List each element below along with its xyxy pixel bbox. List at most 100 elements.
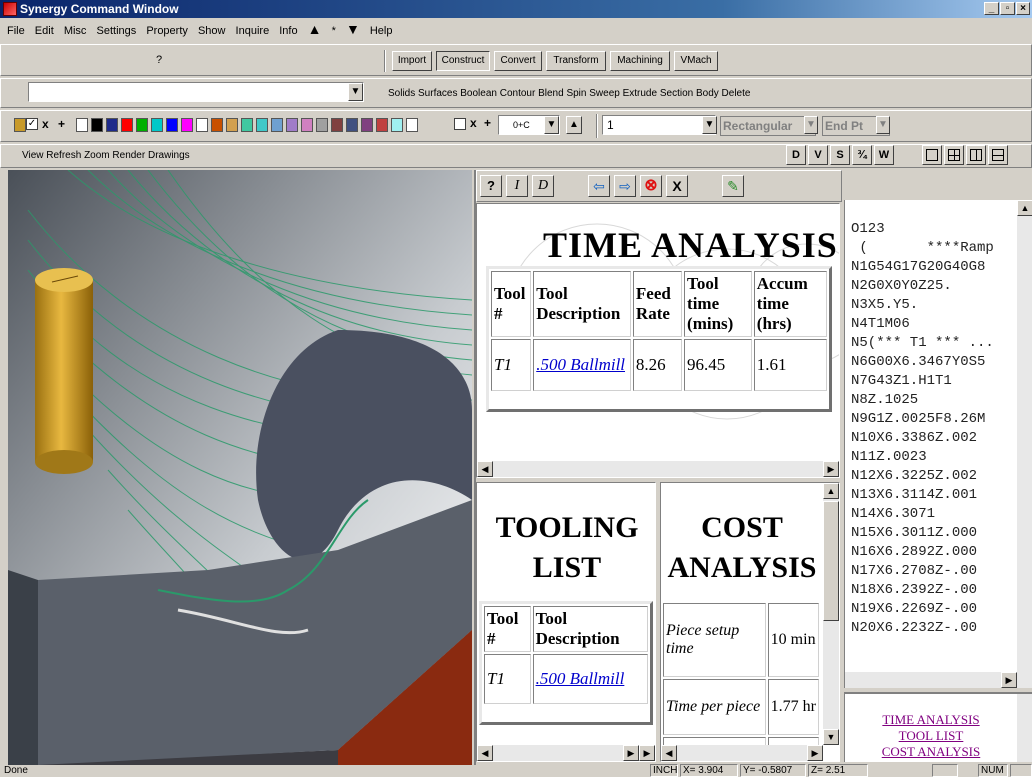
menu-info[interactable]: Info <box>279 25 297 37</box>
menu-up-arrow[interactable]: ▲ <box>308 21 322 37</box>
color-swatch[interactable] <box>106 118 118 132</box>
transform-button[interactable]: Transform <box>546 51 606 71</box>
view-w-button[interactable]: W <box>874 145 894 165</box>
color-swatch[interactable] <box>286 118 298 132</box>
construct-commands[interactable]: Solids Surfaces Boolean Contour Blend Sp… <box>388 88 750 99</box>
cost-pane-vscroll[interactable]: ▲ ▼ <box>823 483 839 745</box>
scroll-right-arrow[interactable]: ▶ <box>1001 672 1017 688</box>
restore-button[interactable]: ▫ <box>1000 2 1015 15</box>
menu-inquire[interactable]: Inquire <box>236 25 270 37</box>
color-swatch[interactable] <box>406 118 418 132</box>
menu-down-arrow[interactable]: ▼ <box>346 21 360 37</box>
color-swatch[interactable] <box>241 118 253 132</box>
color-swatch[interactable] <box>14 118 26 132</box>
color-swatch[interactable] <box>331 118 343 132</box>
number-dropdown-arrow[interactable]: ▼ <box>702 116 717 134</box>
menu-star[interactable]: * <box>332 25 336 37</box>
scroll-down-arrow[interactable]: ▼ <box>823 729 839 745</box>
minimize-button[interactable]: _ <box>984 2 999 15</box>
menu-misc[interactable]: Misc <box>64 25 87 37</box>
layout-vsplit-icon[interactable] <box>966 145 986 165</box>
color-swatch[interactable] <box>121 118 133 132</box>
color-swatch[interactable] <box>376 118 388 132</box>
endpt-arrow[interactable]: ▼ <box>876 116 890 134</box>
nc-pane-vscroll[interactable]: ▲ <box>1017 200 1032 672</box>
color-swatch[interactable] <box>76 118 88 132</box>
scroll-right-arrow[interactable]: ▶ <box>807 745 823 761</box>
color-swatch[interactable] <box>166 118 178 132</box>
d-button[interactable]: D <box>532 175 554 197</box>
forward-arrow-icon[interactable]: ⇨ <box>614 175 636 197</box>
cell-tool-description-link[interactable]: .500 Ballmill <box>533 339 631 391</box>
view-fraction-button[interactable]: ¾ <box>852 145 872 165</box>
layout-hsplit-icon[interactable] <box>988 145 1008 165</box>
construct-button[interactable]: Construct <box>436 51 490 71</box>
italic-button[interactable]: I <box>506 175 528 197</box>
checkbox-visible[interactable]: ✓ <box>26 118 38 130</box>
plus-toggle[interactable]: + <box>58 117 65 131</box>
vmach-button[interactable]: VMach <box>674 51 718 71</box>
layout-quad-icon[interactable] <box>944 145 964 165</box>
scroll-right-arrow[interactable]: ▶ <box>639 745 655 761</box>
back-arrow-icon[interactable]: ⇦ <box>588 175 610 197</box>
mode-select-arrow[interactable]: ▼ <box>544 116 559 134</box>
number-input[interactable]: 1 <box>602 115 716 135</box>
color-swatch[interactable] <box>211 118 223 132</box>
link-time-analysis[interactable]: TIME ANALYSIS <box>845 712 1017 728</box>
color-swatch[interactable] <box>301 118 313 132</box>
menu-settings[interactable]: Settings <box>97 25 137 37</box>
color-swatch[interactable] <box>316 118 328 132</box>
3d-viewport[interactable] <box>8 170 472 765</box>
layout-single-icon[interactable] <box>922 145 942 165</box>
color-swatch[interactable] <box>361 118 373 132</box>
link-cost-analysis[interactable]: COST ANALYSIS <box>845 744 1017 760</box>
scroll-thumb[interactable] <box>823 501 839 621</box>
command-input[interactable] <box>28 82 364 102</box>
edit-icon[interactable]: ✎ <box>722 175 744 197</box>
color-swatch[interactable] <box>226 118 238 132</box>
scroll-up-arrow[interactable]: ▲ <box>1017 200 1032 216</box>
x-toggle[interactable]: x <box>42 117 49 131</box>
view-v-button[interactable]: V <box>808 145 828 165</box>
plus-toggle-2[interactable]: + <box>484 116 491 130</box>
color-swatch[interactable] <box>256 118 268 132</box>
color-swatch[interactable] <box>151 118 163 132</box>
machining-button[interactable]: Machining <box>610 51 670 71</box>
stop-icon[interactable]: ⊗ <box>640 175 662 197</box>
links-pane-vscroll[interactable] <box>1017 694 1032 762</box>
scroll-left-arrow[interactable]: ◀ <box>661 745 677 761</box>
menu-property[interactable]: Property <box>146 25 188 37</box>
color-swatch[interactable] <box>346 118 358 132</box>
color-swatch[interactable] <box>391 118 403 132</box>
link-tool-list[interactable]: TOOL LIST <box>845 728 1017 744</box>
time-pane-hscroll[interactable] <box>477 461 839 477</box>
view-s-button[interactable]: S <box>830 145 850 165</box>
tooling-cell-description-link[interactable]: .500 Ballmill <box>532 654 648 704</box>
x-toggle-2[interactable]: x <box>470 116 477 130</box>
color-swatch[interactable] <box>91 118 103 132</box>
color-swatch[interactable] <box>181 118 193 132</box>
view-commands[interactable]: View Refresh Zoom Render Drawings <box>22 150 190 161</box>
rectangular-select[interactable]: Rectangular <box>720 116 816 136</box>
checkbox-grid[interactable] <box>454 118 466 130</box>
color-swatch[interactable] <box>196 118 208 132</box>
close-window-button[interactable]: × <box>1016 2 1030 15</box>
import-button[interactable]: Import <box>392 51 432 71</box>
scroll-left-arrow[interactable]: ◀ <box>477 745 493 761</box>
color-swatch[interactable] <box>271 118 283 132</box>
view-d-button[interactable]: D <box>786 145 806 165</box>
scroll-right-arrow[interactable]: ▶ <box>623 745 639 761</box>
command-dropdown-button[interactable]: ▼ <box>348 83 363 101</box>
menu-file[interactable]: File <box>7 25 25 37</box>
cost-pane-hscroll[interactable] <box>661 745 823 761</box>
scroll-up-arrow[interactable]: ▲ <box>823 483 839 499</box>
up-button[interactable]: ▲ <box>566 116 582 134</box>
scroll-left-arrow[interactable]: ◀ <box>477 461 493 477</box>
menu-edit[interactable]: Edit <box>35 25 54 37</box>
convert-button[interactable]: Convert <box>494 51 542 71</box>
close-report-icon[interactable]: X <box>666 175 688 197</box>
menu-show[interactable]: Show <box>198 25 226 37</box>
menu-help[interactable]: Help <box>370 25 393 37</box>
color-swatch[interactable] <box>136 118 148 132</box>
rectangular-arrow[interactable]: ▼ <box>804 116 818 134</box>
